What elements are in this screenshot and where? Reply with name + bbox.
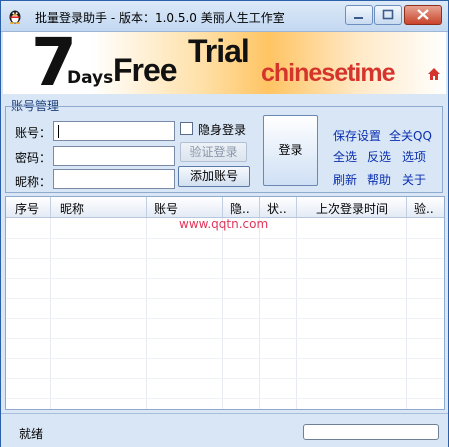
close-button[interactable] [404, 5, 442, 25]
column-header[interactable]: 状.. [267, 200, 287, 217]
login-button[interactable]: 登录 [263, 115, 318, 186]
invert-selection-link[interactable]: 反选 [367, 148, 391, 165]
grid-line [6, 278, 444, 279]
title-bar[interactable]: 批量登录助手 - 版本：1.0.5.0 美丽人生工作室 [1, 1, 448, 32]
window-title: 批量登录助手 - 版本：1.0.5.0 美丽人生工作室 [35, 11, 285, 25]
maximize-icon [382, 9, 394, 20]
grid-line [296, 218, 297, 409]
help-link[interactable]: 帮助 [367, 171, 391, 188]
column-divider[interactable] [259, 197, 260, 217]
column-header[interactable]: 隐.. [230, 200, 250, 217]
nickname-input[interactable] [53, 169, 175, 189]
about-link[interactable]: 关于 [402, 171, 426, 188]
column-header[interactable]: 验.. [414, 200, 434, 217]
grid-line [6, 298, 444, 299]
minimize-icon [354, 17, 363, 19]
grid-line [6, 378, 444, 379]
site-watermark: www.qqtn.com [179, 217, 269, 231]
column-header[interactable]: 序号 [15, 200, 39, 217]
status-text: 就绪 [19, 427, 44, 441]
banner-brand: chinesetime [261, 59, 396, 87]
close-all-qq-link[interactable]: 全关QQ [389, 127, 432, 144]
hidden-login-checkbox[interactable] [180, 122, 193, 135]
promo-banner[interactable]: 7 Days Free Trial chinesetime [3, 32, 446, 94]
status-bar: 就绪 [1, 413, 448, 447]
save-settings-link[interactable]: 保存设置 [333, 127, 381, 144]
verify-login-button[interactable]: 验证登录 [180, 142, 247, 162]
qq-penguin-icon [9, 10, 21, 24]
column-divider[interactable] [222, 197, 223, 217]
account-input[interactable] [53, 121, 175, 141]
close-icon [417, 9, 429, 20]
hidden-login-label[interactable]: 隐身登录 [198, 121, 246, 138]
banner-days: Days [67, 68, 114, 88]
maximize-button[interactable] [374, 5, 402, 25]
grid-line [6, 358, 444, 359]
text-caret [58, 125, 59, 138]
select-all-link[interactable]: 全选 [333, 148, 357, 165]
account-label: 账号： [15, 126, 52, 140]
home-icon [428, 68, 440, 80]
grid-line [6, 238, 444, 239]
progress-bar [303, 424, 439, 440]
options-link[interactable]: 选项 [402, 148, 426, 165]
column-divider[interactable] [406, 197, 407, 217]
column-header[interactable]: 昵称 [60, 200, 84, 217]
column-divider[interactable] [296, 197, 297, 217]
password-input[interactable] [53, 146, 175, 166]
add-account-button[interactable]: 添加账号 [178, 166, 250, 187]
grid-line [406, 218, 407, 409]
column-header[interactable]: 上次登录时间 [316, 200, 388, 217]
grid-line [6, 258, 444, 259]
password-label: 密码： [15, 151, 52, 165]
app-window: 批量登录助手 - 版本：1.0.5.0 美丽人生工作室 7 Days Free … [0, 0, 449, 447]
column-divider[interactable] [50, 197, 51, 217]
grid-line [222, 218, 223, 409]
grid-line [50, 218, 51, 409]
banner-free: Free [113, 52, 178, 88]
grid-line [6, 318, 444, 319]
banner-trial: Trial [188, 33, 250, 69]
grid-line [146, 218, 147, 409]
grid-line [6, 398, 444, 399]
grid-line [6, 338, 444, 339]
table-header: 序号 昵称 账号 隐.. 状.. 上次登录时间 验.. [6, 197, 444, 218]
column-divider[interactable] [146, 197, 147, 217]
minimize-button[interactable] [345, 5, 373, 25]
nickname-label: 昵称： [15, 175, 52, 189]
column-header[interactable]: 账号 [154, 200, 178, 217]
refresh-link[interactable]: 刷新 [333, 171, 357, 188]
grid-line [259, 218, 260, 409]
